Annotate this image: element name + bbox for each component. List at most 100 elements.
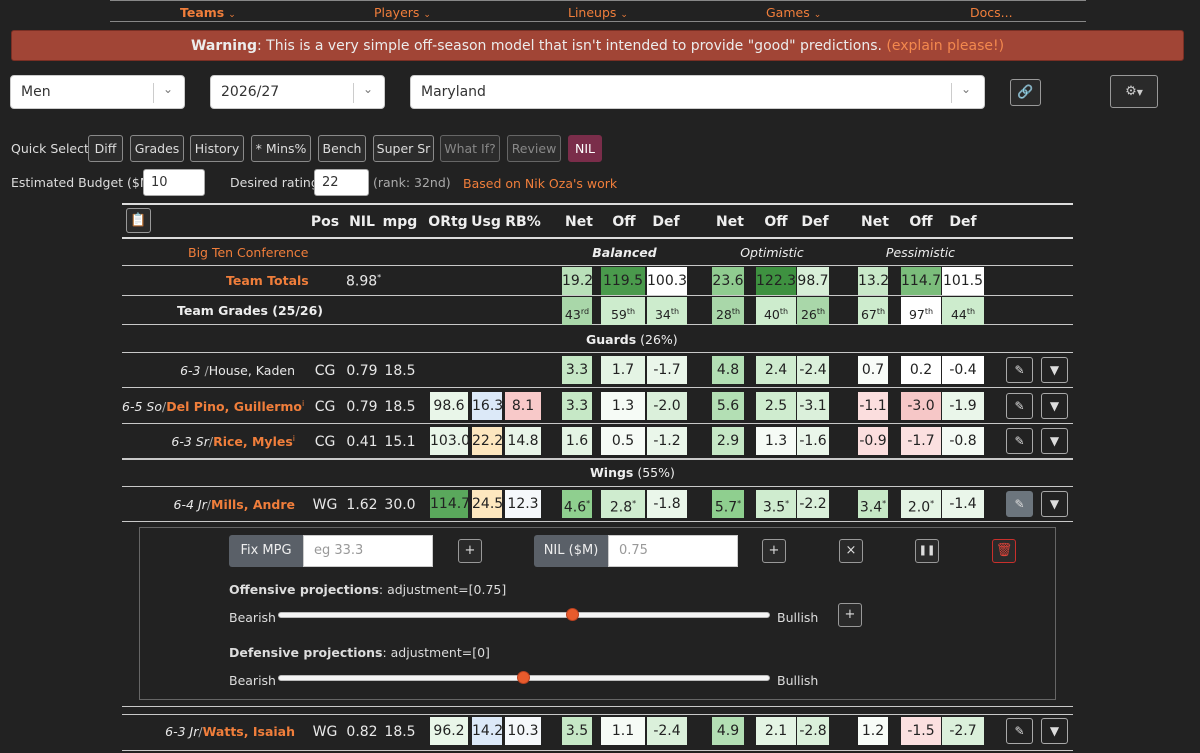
qs-super-sr-button[interactable]: Super Sr [373, 135, 434, 162]
nil-input[interactable]: 0.75 [608, 535, 738, 567]
qs-nil-button[interactable]: NIL [568, 135, 602, 162]
chevron-down-icon: ⌄ [961, 82, 972, 96]
edit-player-button[interactable]: ✎ [1006, 718, 1033, 744]
filter-player-button[interactable]: ▼ [1041, 357, 1068, 383]
settings-button[interactable]: ⚙▼ [1110, 75, 1158, 108]
delete-icon[interactable]: 🗑 [992, 539, 1016, 563]
offensive-caption: Offensive projections: adjustment=[0.75] [229, 582, 507, 597]
player-proj-val: -2.8 [797, 717, 829, 745]
nav-teams[interactable]: Teams ⌄ [180, 5, 236, 20]
player-proj-val: 5.6 [712, 392, 744, 420]
player-name[interactable]: 6-3 Sr/Rice, Mylesi [122, 434, 295, 449]
player-name[interactable]: 6-3 /House, Kaden [122, 363, 295, 378]
pause-icon[interactable]: ❚❚ [915, 539, 939, 563]
player-usg: 24.5 [472, 490, 503, 518]
team-grades-label: Team Grades (25/26) [177, 303, 324, 318]
add-nil-button[interactable]: + [762, 539, 786, 563]
qs-diff-button[interactable]: Diff [88, 135, 123, 162]
player-editor-panel: Fix MPG eg 33.3 + NIL ($M) 0.75 + × ❚❚ 🗑… [139, 527, 1056, 700]
qs-what-if-button[interactable]: What If? [440, 135, 500, 162]
qs-bench-button[interactable]: Bench [318, 135, 366, 162]
player-proj-val: -0.8 [942, 427, 984, 455]
player-proj-val: 2.1 [756, 717, 796, 745]
player-proj-val: 2.0* [901, 490, 941, 518]
filter-player-button[interactable]: ▼ [1041, 491, 1068, 517]
player-proj-val: 3.3 [562, 356, 592, 384]
pencil-icon: ✎ [1014, 434, 1025, 448]
nav-games[interactable]: Games ⌄ [766, 5, 821, 20]
year-select[interactable]: 2026/27 ⌄ [210, 75, 385, 109]
filter-player-button[interactable]: ▼ [1041, 718, 1068, 744]
qs-history-button[interactable]: History [190, 135, 244, 162]
qs-grades-button[interactable]: Grades [130, 135, 184, 162]
player-proj-val: 1.3 [601, 392, 645, 420]
player-name[interactable]: 6-5 So/Del Pino, Guillermoi [122, 399, 304, 414]
player-proj-val: -1.2 [647, 427, 687, 455]
rating-input[interactable]: 22 [314, 169, 369, 196]
player-mpg: 30.0 [384, 497, 416, 513]
player-name[interactable]: 6-4 Jr/Mills, Andre [122, 497, 295, 512]
nav-players[interactable]: Players ⌄ [374, 5, 431, 20]
player-rb: 8.1 [505, 392, 541, 420]
player-ortg: 114.7 [430, 490, 470, 518]
explain-link[interactable]: (explain please!) [886, 38, 1004, 54]
qs-review-button[interactable]: Review [507, 135, 561, 162]
off-bullish-label: Bullish [777, 610, 819, 625]
filter-icon: ▼ [1049, 363, 1060, 377]
edit-player-button[interactable]: ✎ [1006, 393, 1033, 419]
player-proj-val: 3.5 [562, 717, 592, 745]
team-grade-val: 97th [901, 297, 941, 325]
player-proj-val: 3.3 [562, 392, 592, 420]
header-col-12: Net [861, 214, 889, 230]
player-proj-val: 1.6 [562, 427, 592, 455]
quick-select-label: Quick Select: [11, 141, 94, 156]
close-icon[interactable]: × [839, 539, 863, 563]
header-col-3: ORtg [428, 214, 468, 230]
player-proj-val: -1.8 [647, 490, 687, 518]
off-bearish-label: Bearish [229, 610, 276, 625]
header-col-1: NIL [349, 214, 375, 230]
edit-player-button[interactable]: ✎ [1006, 491, 1033, 517]
player-proj-val: -1.6 [797, 427, 829, 455]
conference-link[interactable]: Big Ten Conference [188, 245, 308, 260]
team-grade-val: 44th [942, 297, 984, 325]
gear-icon: ⚙ [1125, 84, 1137, 99]
nav-docs[interactable]: Docs... [970, 5, 1013, 20]
credit-link[interactable]: Based on Nik Oza's work [463, 176, 617, 191]
defensive-slider-knob[interactable] [517, 671, 530, 684]
link-button[interactable]: 🔗 [1010, 79, 1041, 106]
player-pos: WG [312, 724, 338, 740]
player-pos: WG [312, 497, 338, 513]
edit-player-button[interactable]: ✎ [1006, 428, 1033, 454]
qs-mins-button[interactable]: * Mins% [251, 135, 311, 162]
player-mpg: 18.5 [384, 399, 416, 415]
player-name[interactable]: 6-3 Jr/Watts, Isaiah [122, 724, 295, 739]
def-bullish-label: Bullish [777, 673, 819, 688]
player-pos: CG [314, 434, 336, 450]
player-nil: 0.82 [346, 724, 378, 740]
clipboard-button[interactable]: 📋 [126, 208, 151, 233]
mpg-input[interactable]: eg 33.3 [303, 535, 433, 567]
defensive-slider[interactable] [278, 671, 770, 684]
team-select[interactable]: Maryland ⌄ [410, 75, 985, 109]
player-mpg: 15.1 [384, 434, 416, 450]
header-col-5: RB% [505, 214, 541, 230]
nav-lineups[interactable]: Lineups ⌄ [568, 5, 628, 20]
add-offense-button[interactable]: + [838, 603, 862, 627]
team-total-val: 114.7 [901, 267, 941, 295]
filter-player-button[interactable]: ▼ [1041, 393, 1068, 419]
edit-player-button[interactable]: ✎ [1006, 357, 1033, 383]
rating-rank: (rank: 32nd) [373, 175, 451, 190]
offensive-slider-knob[interactable] [566, 608, 579, 621]
player-nil: 0.79 [346, 363, 378, 379]
player-proj-val: -2.4 [797, 356, 829, 384]
add-mpg-button[interactable]: + [458, 539, 482, 563]
pencil-icon: ✎ [1014, 497, 1025, 511]
team-grade-val: 28th [712, 297, 744, 325]
filter-player-button[interactable]: ▼ [1041, 428, 1068, 454]
gender-select[interactable]: Men ⌄ [10, 75, 185, 109]
offensive-slider[interactable] [278, 608, 770, 621]
player-proj-val: 1.7 [601, 356, 645, 384]
chevron-down-icon: ⌄ [163, 82, 174, 96]
budget-input[interactable]: 10 [143, 169, 205, 196]
